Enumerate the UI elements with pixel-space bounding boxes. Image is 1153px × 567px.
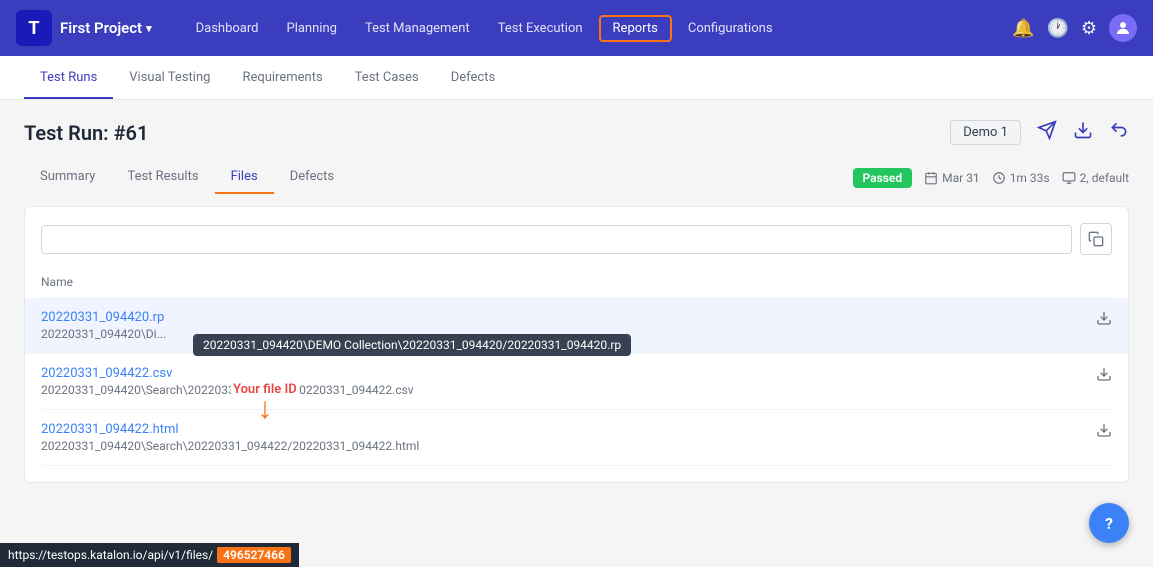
search-input[interactable] — [41, 225, 1072, 254]
file-row: 20220331_094422.csv 20220331_094420\Sear… — [41, 354, 1112, 410]
download-file-icon-3[interactable] — [1096, 422, 1112, 442]
tab-test-runs[interactable]: Test Runs — [24, 58, 113, 99]
nav-dashboard[interactable]: Dashboard — [184, 15, 271, 42]
file-path-2: 20220331_094420\Search\20220331_094422/2… — [41, 383, 414, 397]
bottom-bar-file-id: 496527466 — [217, 547, 291, 563]
file-link-1[interactable]: 20220331_094420.rp — [41, 310, 164, 325]
tab-files[interactable]: Files — [215, 161, 274, 194]
file-path-1: 20220331_094420\Di... — [41, 327, 166, 341]
tab-defects-inner[interactable]: Defects — [274, 161, 350, 194]
bottom-bar: https://testops.katalon.io/api/v1/files/… — [0, 543, 299, 567]
status-duration: 1m 33s — [992, 171, 1050, 185]
nav-test-execution[interactable]: Test Execution — [486, 15, 595, 42]
status-date: Mar 31 — [924, 171, 980, 185]
page-title: Test Run: #61 — [24, 121, 148, 145]
status-config: 2, default — [1062, 171, 1129, 185]
bottom-bar-prefix: https://testops.katalon.io/api/v1/files/ — [8, 548, 213, 562]
file-link-2[interactable]: 20220331_094422.csv — [41, 366, 172, 381]
send-icon[interactable] — [1037, 120, 1057, 145]
settings-icon[interactable]: ⚙ — [1081, 18, 1097, 39]
main-content: Test Run: #61 Demo 1 Summary Test Result… — [0, 100, 1153, 567]
annotation-arrow-icon: ↓ — [257, 397, 272, 421]
nav-configurations[interactable]: Configurations — [676, 15, 785, 42]
file-link-3[interactable]: 20220331_094422.html — [41, 422, 179, 437]
chevron-down-icon: ▾ — [146, 22, 152, 35]
page-header: Test Run: #61 Demo 1 — [24, 120, 1129, 145]
search-bar-row — [41, 223, 1112, 255]
content-card: Name 20220331_094420.rp 20220331_094420\… — [24, 206, 1129, 483]
file-row: 20220331_094420.rp 20220331_094420\Di...… — [25, 298, 1128, 354]
col-header-name: Name — [41, 271, 1112, 298]
header-actions: Demo 1 — [950, 120, 1129, 145]
nav-planning[interactable]: Planning — [275, 15, 349, 42]
file-path-3: 20220331_094420\Search\20220331_094422/2… — [41, 439, 419, 453]
nav-links: Dashboard Planning Test Management Test … — [184, 15, 1012, 42]
download-file-icon-1[interactable] — [1096, 310, 1112, 330]
tab-requirements[interactable]: Requirements — [226, 58, 338, 99]
tab-summary[interactable]: Summary — [24, 161, 111, 194]
demo-badge: Demo 1 — [950, 120, 1021, 145]
top-navigation: T First Project ▾ Dashboard Planning Tes… — [0, 0, 1153, 56]
status-badge: Passed — [853, 168, 913, 188]
nav-test-management[interactable]: Test Management — [353, 15, 482, 42]
download-icon[interactable] — [1073, 120, 1093, 145]
file-row: 20220331_094422.html 20220331_094420\Sea… — [41, 410, 1112, 466]
history-icon[interactable]: 🕐 — [1046, 18, 1068, 39]
status-meta: Passed Mar 31 1m 33s 2, default — [853, 168, 1130, 188]
nav-icons: 🔔 🕐 ⚙ — [1012, 14, 1137, 42]
sub-navigation: Test Runs Visual Testing Requirements Te… — [0, 56, 1153, 100]
fab-button[interactable]: ? — [1089, 503, 1129, 543]
notifications-icon[interactable]: 🔔 — [1012, 18, 1034, 39]
app-logo[interactable]: T — [16, 10, 52, 46]
tab-test-results[interactable]: Test Results — [111, 161, 214, 194]
inner-tabs: Summary Test Results Files Defects — [24, 161, 350, 194]
copy-button[interactable] — [1080, 223, 1112, 255]
share-icon[interactable] — [1109, 120, 1129, 145]
annotation-container: Your file ID ↓ — [231, 382, 299, 421]
download-file-icon-2[interactable] — [1096, 366, 1112, 386]
tab-defects[interactable]: Defects — [435, 58, 511, 99]
tab-test-cases[interactable]: Test Cases — [339, 58, 435, 99]
nav-reports[interactable]: Reports — [599, 15, 672, 42]
tooltip-1: 20220331_094420\DEMO Collection\20220331… — [193, 334, 631, 356]
project-selector[interactable]: First Project ▾ — [60, 19, 152, 37]
avatar[interactable] — [1109, 14, 1137, 42]
tab-visual-testing[interactable]: Visual Testing — [113, 58, 226, 99]
